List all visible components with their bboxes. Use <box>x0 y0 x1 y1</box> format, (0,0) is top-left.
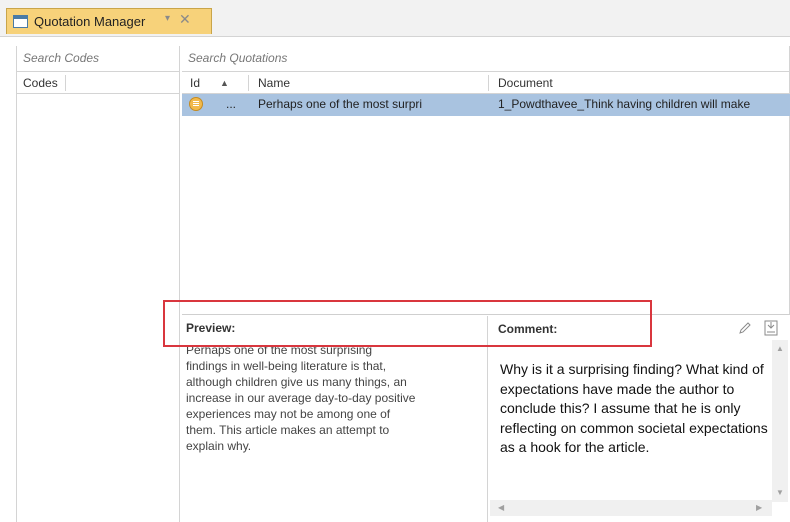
row-document: 1_Powdthavee_Think having children will … <box>498 97 751 111</box>
tab-bar: Quotation Manager ▾ ✕ <box>0 0 790 37</box>
horizontal-scrollbar[interactable]: ◀ ▶ <box>490 500 772 516</box>
pencil-icon[interactable] <box>738 321 752 335</box>
scroll-left-icon[interactable]: ◀ <box>498 503 504 512</box>
window-icon <box>13 15 28 28</box>
codes-column-header[interactable]: Codes <box>17 72 179 94</box>
scroll-right-icon[interactable]: ▶ <box>756 503 762 512</box>
tab-quotation-manager[interactable]: Quotation Manager ▾ ✕ <box>6 8 212 34</box>
search-codes-input[interactable] <box>17 46 179 70</box>
codes-search <box>17 46 179 72</box>
table-row[interactable]: ... Perhaps one of the most surpri 1_Pow… <box>182 94 790 116</box>
tab-label: Quotation Manager <box>34 14 146 29</box>
close-icon[interactable]: ✕ <box>179 11 191 28</box>
save-icon[interactable] <box>764 320 778 336</box>
highlight-box <box>163 300 652 347</box>
scroll-down-icon[interactable]: ▼ <box>776 488 784 497</box>
search-quotations-input[interactable] <box>182 46 789 70</box>
sort-ascending-icon[interactable]: ▲ <box>220 78 229 88</box>
column-divider[interactable] <box>248 75 249 91</box>
tab-dropdown-icon[interactable]: ▾ <box>165 13 170 24</box>
row-name: Perhaps one of the most surpri <box>258 97 423 111</box>
quotations-search <box>182 46 789 72</box>
codes-header-label: Codes <box>23 76 58 90</box>
column-header-document[interactable]: Document <box>498 76 553 90</box>
column-divider[interactable] <box>65 75 66 91</box>
row-id: ... <box>226 97 237 111</box>
column-divider[interactable] <box>488 75 489 91</box>
codes-panel: Codes <box>16 46 180 522</box>
quotation-icon <box>189 97 203 111</box>
quotations-panel: Id ▲ Name Document ... Perhaps one of th… <box>182 46 790 314</box>
column-header-id[interactable]: Id <box>190 76 200 90</box>
comment-text[interactable]: Why is it a surprising finding? What kin… <box>500 360 770 458</box>
vertical-scrollbar[interactable]: ▲ ▼ <box>772 340 788 502</box>
scroll-up-icon[interactable]: ▲ <box>776 344 784 353</box>
preview-text: Perhaps one of the most surprising findi… <box>186 343 416 453</box>
column-header-name[interactable]: Name <box>258 76 290 90</box>
quotations-column-header: Id ▲ Name Document <box>182 72 789 94</box>
